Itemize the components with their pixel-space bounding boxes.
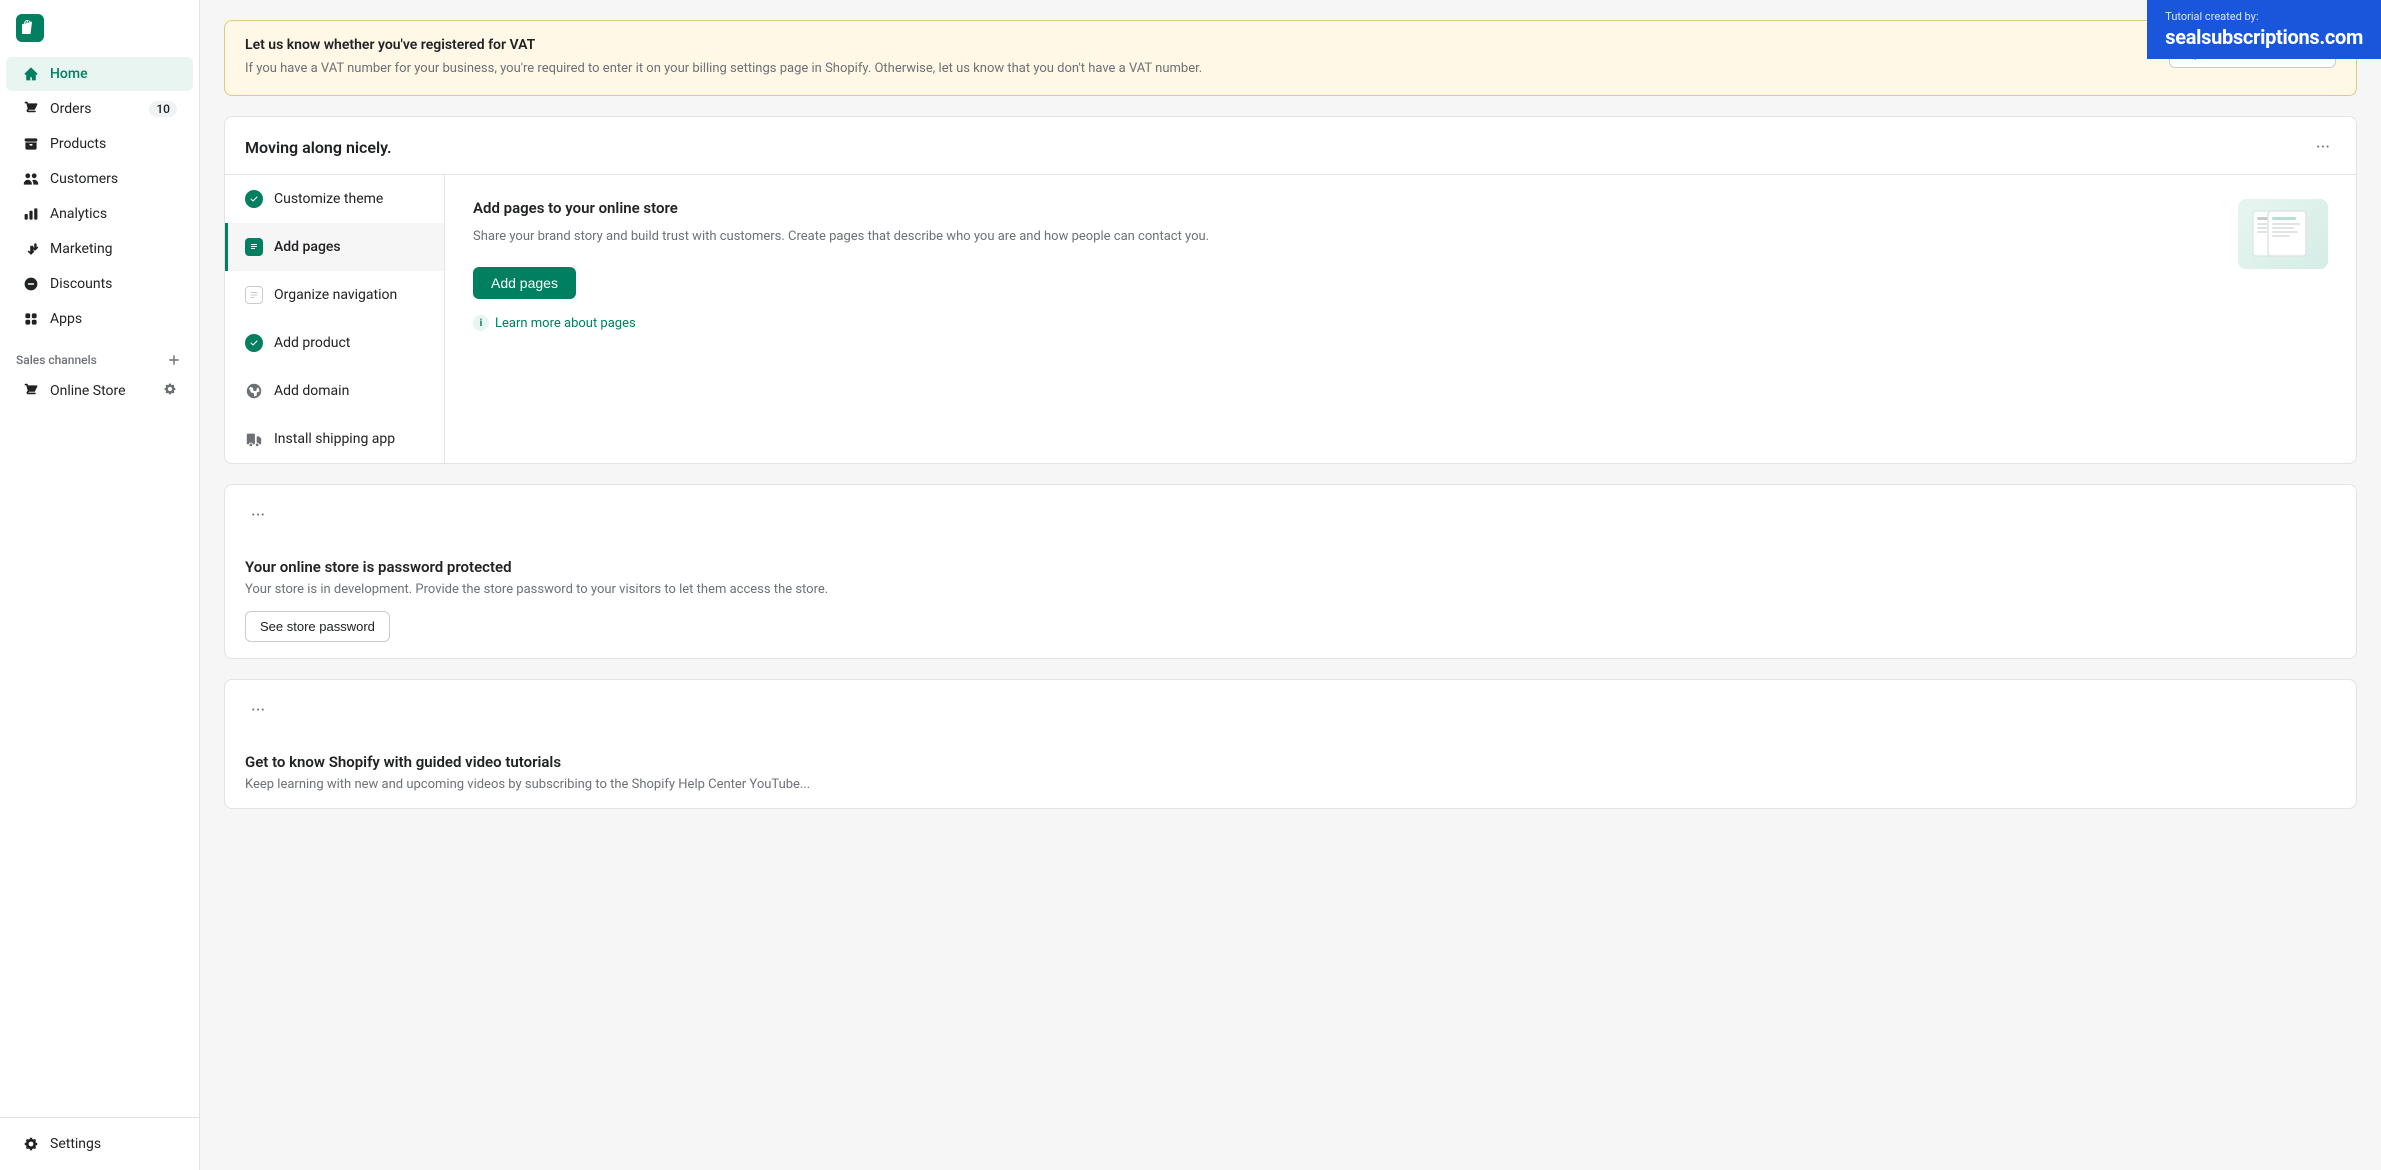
sidebar-item-label: Products [50,136,106,152]
sidebar-navigation: Home Orders 10 Products Customers [0,56,199,1117]
step-label: Add domain [274,383,349,399]
step-organize-navigation[interactable]: Organize navigation [225,271,444,319]
orders-icon [22,100,40,118]
sidebar-item-home[interactable]: Home [6,57,193,91]
online-store-settings-icon[interactable] [163,382,177,400]
online-store-label: Online Store [50,383,126,399]
password-card-title: Your online store is password protected [245,558,2336,576]
setup-content-description: Share your brand story and build trust w… [473,227,2214,248]
globe-icon [244,381,264,401]
setup-card-menu-button[interactable]: ··· [2310,133,2336,162]
sales-channels-section: Sales channels [0,337,199,373]
add-pages-button[interactable]: Add pages [473,267,576,299]
step-done-icon [244,333,264,353]
step-install-shipping-app[interactable]: Install shipping app [225,415,444,463]
vat-banner-title: Let us know whether you've registered fo… [245,37,2153,53]
step-label: Customize theme [274,191,383,207]
password-card-body: Your online store is password protected … [225,542,2356,658]
see-store-password-button[interactable]: See store password [245,611,390,642]
orders-badge: 10 [149,101,177,117]
password-card: ··· Your online store is password protec… [224,484,2357,659]
sidebar-item-apps[interactable]: Apps [6,302,193,336]
setup-grid: Customize theme Add pages [225,174,2356,463]
customers-icon [22,170,40,188]
promo-banner: Tutorial created by: sealsubscriptions.c… [2147,0,2381,59]
sidebar-logo [0,0,199,56]
sidebar-item-label: Settings [50,1136,101,1152]
step-add-product[interactable]: Add product [225,319,444,367]
marketing-icon [22,240,40,258]
discounts-icon [22,275,40,293]
sidebar-bottom: Settings [0,1117,199,1170]
tutorial-card-description: Keep learning with new and upcoming vide… [245,777,2336,792]
sales-channels-label: Sales channels [16,353,97,367]
password-card-description: Your store is in development. Provide th… [245,582,2336,597]
sidebar-item-settings[interactable]: Settings [6,1127,193,1161]
shopify-logo-icon [16,14,44,42]
info-icon: i [473,315,489,331]
tutorial-card-body: Get to know Shopify with guided video tu… [225,737,2356,808]
tutorial-card-title: Get to know Shopify with guided video tu… [245,753,2336,771]
step-add-domain[interactable]: Add domain [225,367,444,415]
learn-more-link[interactable]: Learn more about pages [495,316,636,331]
promo-top-text: Tutorial created by: [2165,10,2363,23]
add-sales-channel-button[interactable] [165,351,183,369]
tutorial-card-menu-button[interactable]: ··· [245,696,271,725]
tutorial-card: ··· Get to know Shopify with guided vide… [224,679,2357,809]
step-add-pages[interactable]: Add pages [225,223,444,271]
apps-icon [22,310,40,328]
settings-icon [22,1135,40,1153]
pages-illustration [2238,199,2328,269]
sidebar-item-analytics[interactable]: Analytics [6,197,193,231]
sidebar-item-label: Apps [50,311,82,327]
setup-step-content: Add pages to your online store Share you… [445,175,2356,463]
main-content: Let us know whether you've registered fo… [200,0,2381,1170]
sidebar: Home Orders 10 Products Customers [0,0,200,1170]
sidebar-item-label: Orders [50,101,92,117]
setup-step-text: Add pages to your online store Share you… [473,199,2214,332]
password-card-header: ··· [225,485,2356,542]
step-label: Install shipping app [274,431,395,447]
password-card-menu-button[interactable]: ··· [245,501,271,530]
sidebar-item-label: Home [50,66,88,82]
setup-step-illustration [2238,199,2328,269]
sidebar-item-marketing[interactable]: Marketing [6,232,193,266]
step-pending-icon [244,285,264,305]
sidebar-item-online-store[interactable]: Online Store [6,374,193,408]
products-icon [22,135,40,153]
learn-more-link-container: i Learn more about pages [473,315,2214,331]
setup-card-header: Moving along nicely. ··· [225,117,2356,174]
setup-steps-list: Customize theme Add pages [225,175,445,463]
home-icon [22,65,40,83]
sidebar-item-label: Discounts [50,276,112,292]
sidebar-item-discounts[interactable]: Discounts [6,267,193,301]
step-active-icon [244,237,264,257]
vat-banner: Let us know whether you've registered fo… [224,20,2357,96]
online-store-icon [22,382,40,400]
sidebar-item-customers[interactable]: Customers [6,162,193,196]
step-label: Add pages [274,239,341,255]
truck-icon [244,429,264,449]
step-label: Add product [274,335,350,351]
sidebar-item-label: Marketing [50,241,113,257]
analytics-icon [22,205,40,223]
promo-main-text: sealsubscriptions.com [2165,25,2363,49]
sidebar-item-orders[interactable]: Orders 10 [6,92,193,126]
step-customize-theme[interactable]: Customize theme [225,175,444,223]
step-label: Organize navigation [274,287,397,303]
sidebar-item-products[interactable]: Products [6,127,193,161]
vat-banner-content: Let us know whether you've registered fo… [245,37,2153,79]
vat-banner-description: If you have a VAT number for your busine… [245,59,2153,79]
sidebar-item-label: Analytics [50,206,107,222]
sidebar-item-label: Customers [50,171,118,187]
setup-card: Moving along nicely. ··· Customize theme [224,116,2357,464]
setup-card-title: Moving along nicely. [245,138,392,157]
step-done-icon [244,189,264,209]
tutorial-card-header: ··· [225,680,2356,737]
setup-content-title: Add pages to your online store [473,199,2214,217]
